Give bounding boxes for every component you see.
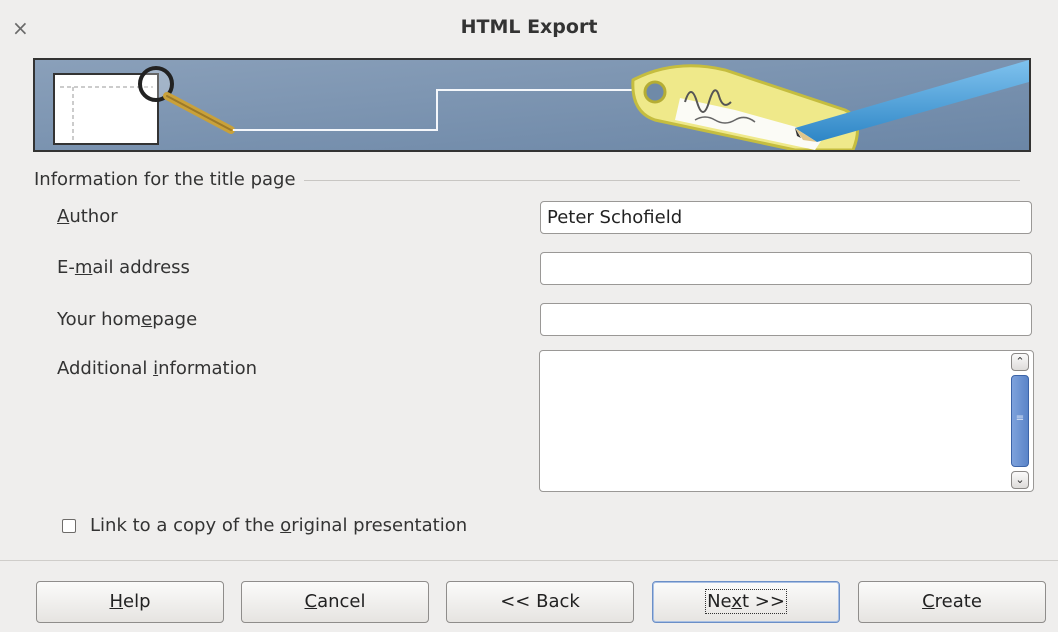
wizard-banner — [33, 58, 1031, 152]
banner-illustration — [35, 60, 1029, 150]
scrollbar-thumb[interactable]: ≡ — [1011, 375, 1029, 467]
button-separator — [0, 560, 1058, 561]
back-button[interactable]: << Back — [446, 581, 634, 623]
homepage-field[interactable] — [540, 303, 1032, 336]
next-button[interactable]: Next >> — [652, 581, 840, 623]
vertical-scrollbar[interactable]: ⌃ ≡ ⌄ — [1011, 353, 1031, 489]
dialog-title: HTML Export — [460, 16, 598, 38]
section-title: Information for the title page — [34, 169, 304, 190]
grip-icon: ≡ — [1015, 413, 1025, 424]
email-field[interactable] — [540, 252, 1032, 285]
create-button[interactable]: Create — [858, 581, 1046, 623]
scroll-up-icon[interactable]: ⌃ — [1011, 353, 1029, 371]
email-label: E-mail address — [57, 257, 190, 278]
scroll-down-icon[interactable]: ⌄ — [1011, 471, 1029, 489]
title-bar: × HTML Export — [0, 0, 1058, 57]
link-original-label[interactable]: Link to a copy of the original presentat… — [90, 515, 467, 536]
link-original-checkbox[interactable] — [62, 519, 76, 533]
cancel-button[interactable]: Cancel — [241, 581, 429, 623]
author-field[interactable] — [540, 201, 1032, 234]
homepage-label: Your homepage — [57, 309, 198, 330]
additional-info-label: Additional information — [57, 358, 257, 379]
additional-info-textarea[interactable]: ⌃ ≡ ⌄ — [539, 350, 1034, 492]
help-button[interactable]: Help — [36, 581, 224, 623]
author-label: Author — [57, 206, 118, 227]
